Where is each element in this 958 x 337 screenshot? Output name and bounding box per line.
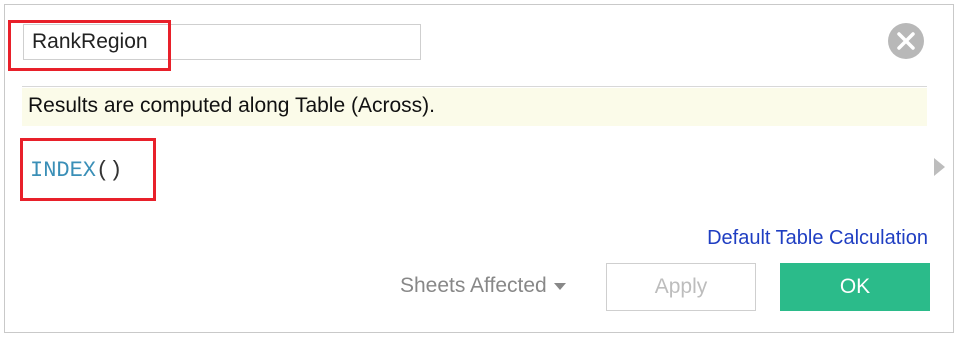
sheets-affected-label: Sheets Affected: [400, 274, 547, 297]
formula-text: INDEX(): [30, 158, 122, 183]
calculation-name-input[interactable]: [23, 24, 421, 60]
header-divider: [22, 86, 927, 87]
ok-button[interactable]: OK: [780, 263, 930, 311]
compute-info-text: Results are computed along Table (Across…: [28, 94, 435, 117]
close-icon: [897, 32, 915, 50]
default-table-calculation-link[interactable]: Default Table Calculation: [707, 227, 928, 250]
sheets-affected-dropdown[interactable]: Sheets Affected: [400, 274, 566, 298]
apply-button[interactable]: Apply: [606, 263, 756, 311]
chevron-down-icon: [553, 282, 566, 290]
compute-info-bar: Results are computed along Table (Across…: [22, 88, 927, 126]
close-button[interactable]: [888, 23, 924, 59]
expand-arrow-icon[interactable]: [934, 158, 945, 176]
formula-function-name: INDEX: [30, 158, 97, 183]
text-cursor: [153, 162, 156, 192]
formula-arguments: (): [96, 158, 123, 183]
